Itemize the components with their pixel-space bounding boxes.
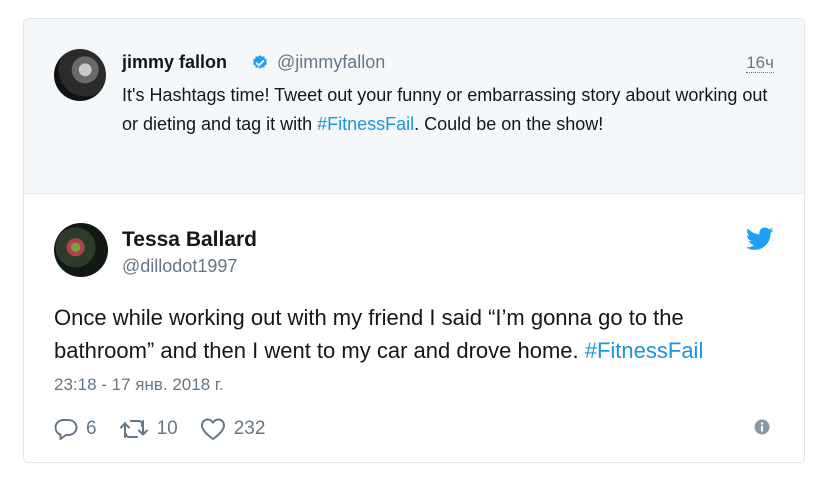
author-avatar[interactable]	[54, 223, 108, 277]
quoted-text-part-end: . Could be on the show!	[414, 114, 604, 134]
quoted-tweet[interactable]: jimmy fallon @jimmyfallon 16ч It's Hasht…	[24, 19, 804, 194]
quoted-author-name[interactable]: jimmy fallon	[122, 52, 227, 73]
quoted-hashtag-link[interactable]: #FitnessFail	[317, 114, 414, 134]
reply-count: 6	[86, 418, 97, 439]
quoted-tweet-text: It's Hashtags time! Tweet out your funny…	[122, 81, 782, 139]
retweet-count: 10	[156, 418, 178, 439]
tweet-actions: 6 10 232	[54, 417, 287, 441]
retweet-icon	[119, 420, 148, 438]
author-name[interactable]: Tessa Ballard	[122, 228, 257, 252]
author-handle[interactable]: @dillodot1997	[122, 256, 237, 277]
twitter-bird-icon[interactable]	[746, 227, 774, 251]
tweet-text: Once while working out with my friend I …	[54, 301, 784, 367]
reply-icon	[54, 419, 78, 440]
verified-icon	[253, 55, 267, 69]
like-icon	[200, 418, 225, 440]
tweet-hashtag-link[interactable]: #FitnessFail	[585, 338, 704, 363]
quoted-avatar[interactable]	[54, 49, 106, 101]
like-count: 232	[233, 418, 266, 439]
quoted-author-handle[interactable]: @jimmyfallon	[277, 52, 385, 73]
reply-button[interactable]: 6	[54, 418, 97, 440]
tweet-card: jimmy fallon @jimmyfallon 16ч It's Hasht…	[23, 18, 805, 463]
info-icon[interactable]	[754, 419, 770, 435]
tweet-timestamp[interactable]: 23:18 - 17 янв. 2018 г.	[54, 375, 224, 395]
quoted-timestamp[interactable]: 16ч	[746, 54, 774, 73]
retweet-button[interactable]: 10	[119, 418, 178, 440]
like-button[interactable]: 232	[200, 417, 266, 441]
